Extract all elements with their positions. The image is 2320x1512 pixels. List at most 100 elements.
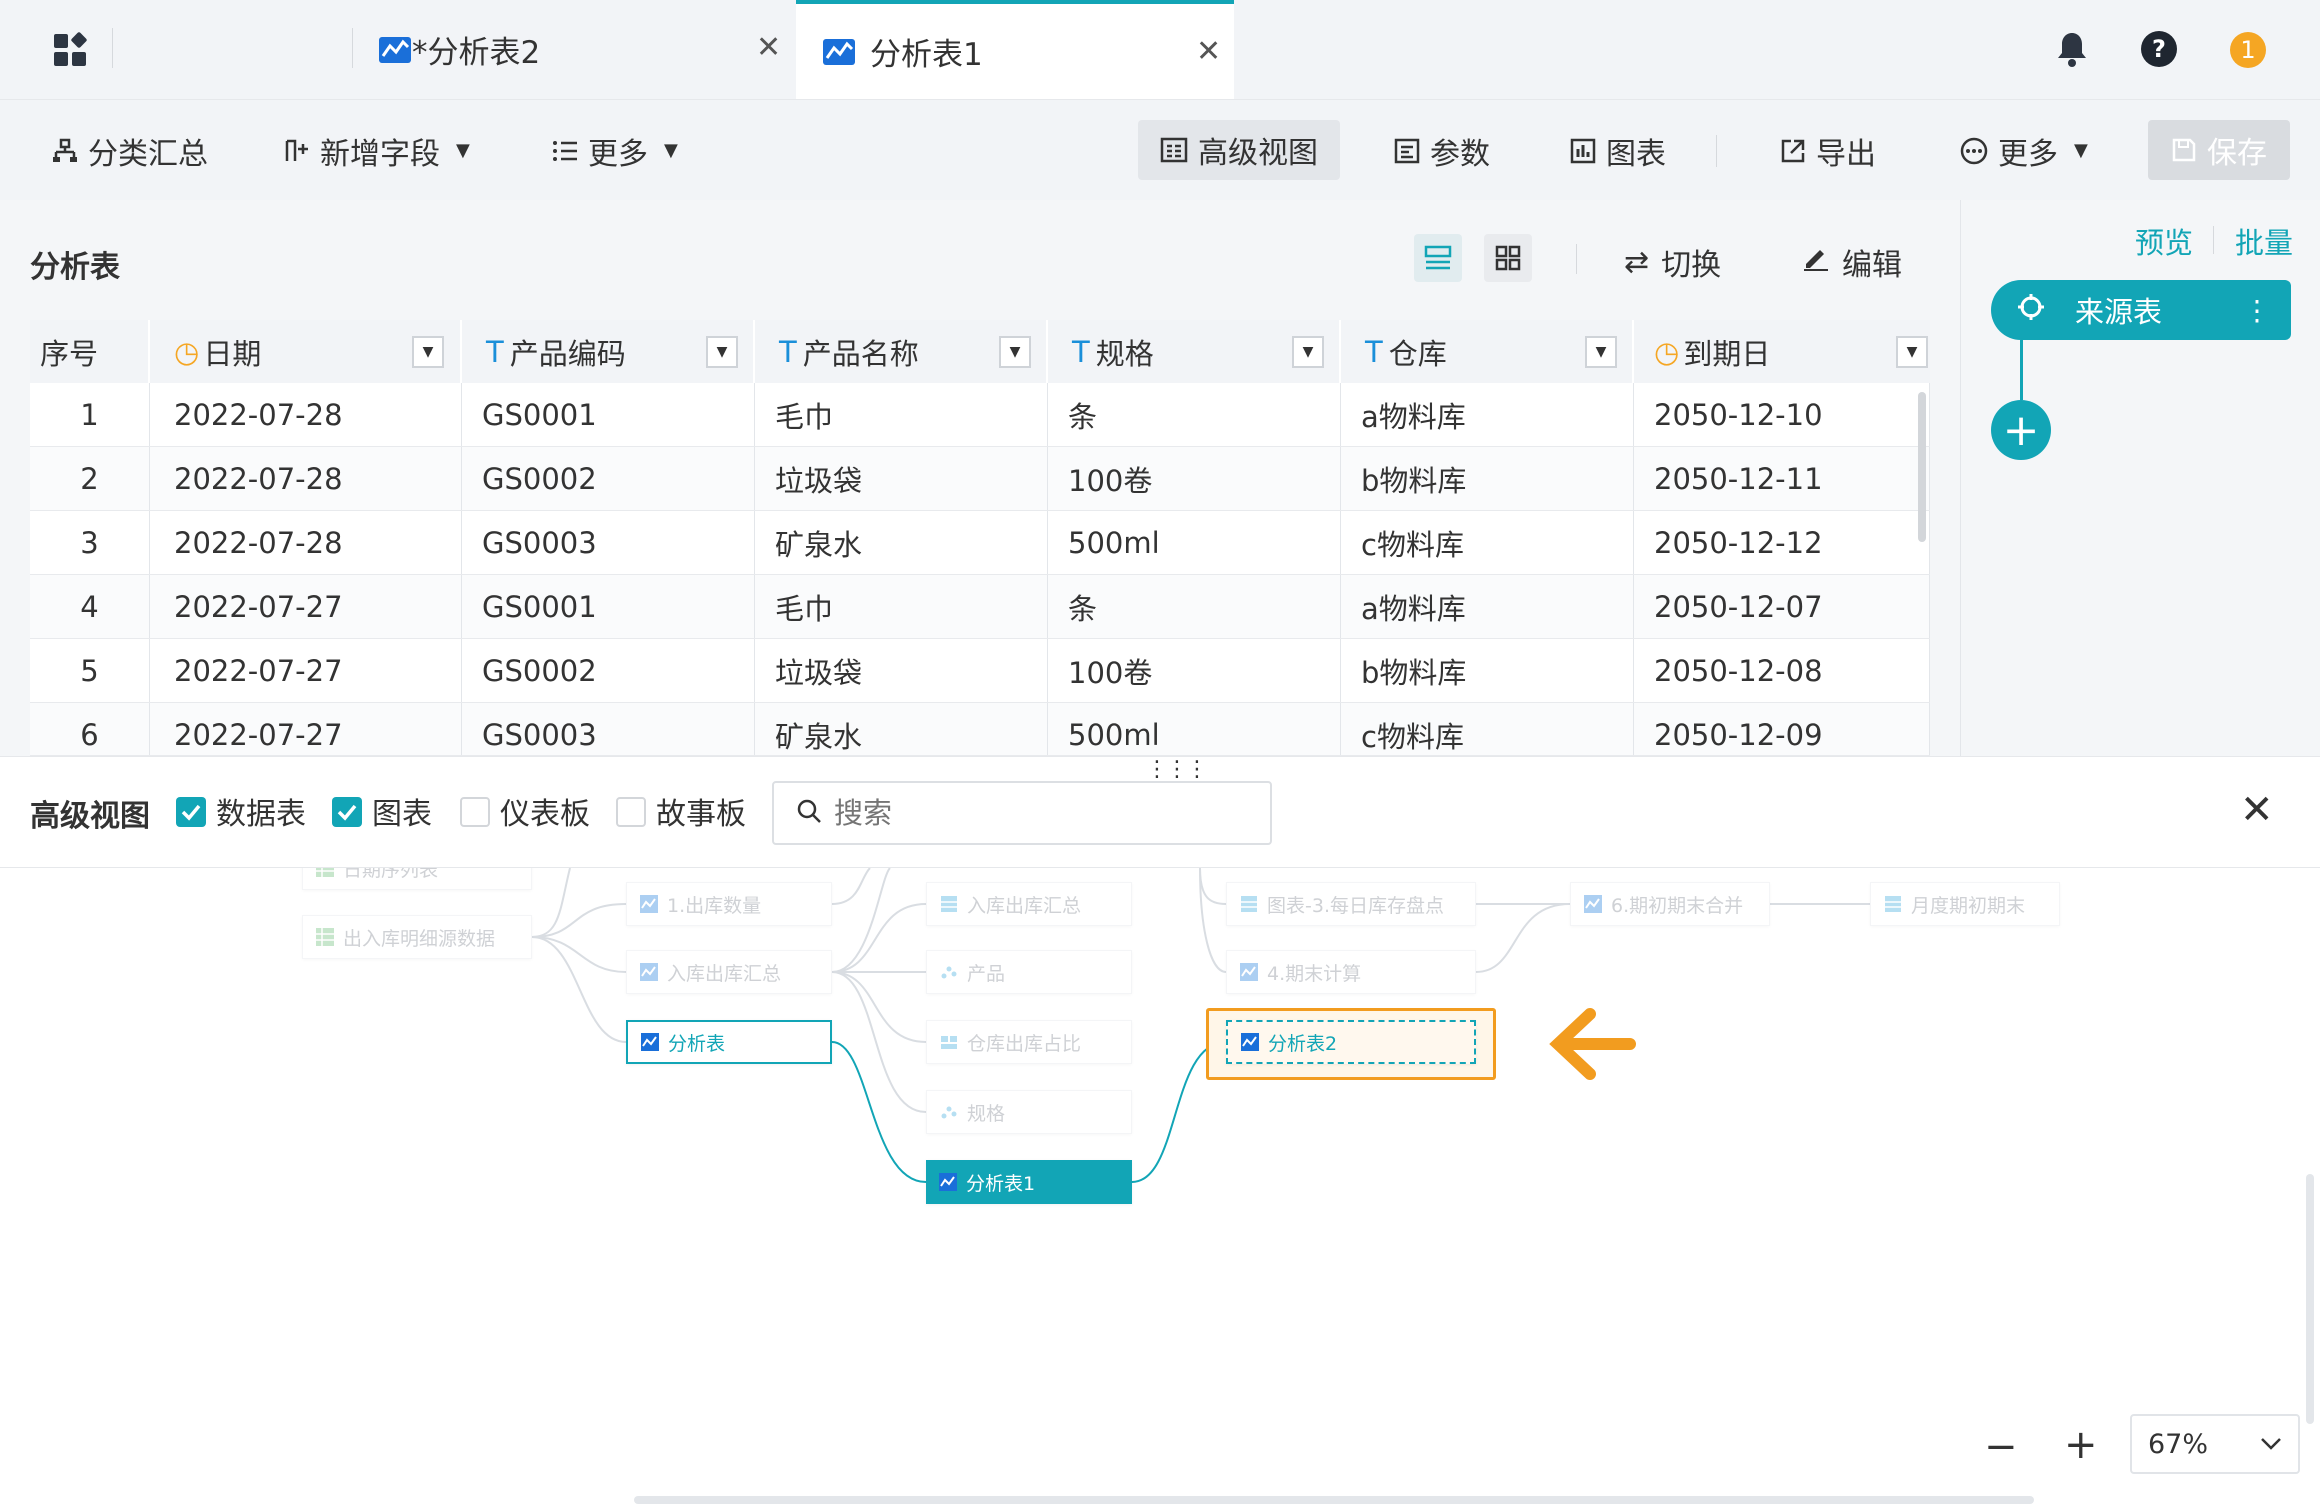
canvas-horizontal-scrollbar[interactable] — [634, 1496, 2034, 1504]
table-cell: 2022-07-27 — [150, 575, 462, 638]
export-icon — [1780, 138, 1806, 164]
table-row[interactable]: 4 2022-07-27 GS0001 毛巾条 a物料库 2050-12-07 — [30, 575, 1930, 639]
column-header-product-code[interactable]: T 产品编码 ▼ — [462, 320, 755, 383]
lineage-node[interactable]: 仓库出库占比 — [926, 1020, 1132, 1064]
target-icon — [2017, 293, 2045, 328]
table-row[interactable]: 1 2022-07-28 GS0001 毛巾条 a物料库 2050-12-10 — [30, 383, 1930, 447]
filter-storyboard-checkbox[interactable] — [616, 797, 646, 827]
switch-button[interactable]: ⇄ 切换 — [1624, 240, 1721, 284]
zoom-out-button[interactable]: − — [1984, 1424, 2018, 1470]
notification-badge[interactable]: 1 — [2230, 32, 2266, 68]
lineage-node[interactable]: 图表-3.每日库存盘点 — [1226, 882, 1476, 926]
source-node[interactable]: 来源表 ⋮ — [1991, 280, 2291, 340]
filter-dashboard-checkbox[interactable] — [460, 797, 490, 827]
preview-link[interactable]: 预览 — [2135, 220, 2193, 262]
chart-table-icon — [1239, 894, 1259, 914]
column-dropdown[interactable]: ▼ — [412, 336, 444, 368]
zoom-value: 67% — [2148, 1428, 2209, 1460]
close-icon[interactable]: ✕ — [2240, 787, 2274, 833]
bell-icon[interactable] — [2054, 30, 2090, 68]
batch-link[interactable]: 批量 — [2235, 220, 2293, 262]
column-header-warehouse[interactable]: T 仓库 ▼ — [1341, 320, 1634, 383]
lineage-node[interactable]: 月度期初期末 — [1870, 882, 2060, 926]
column-dropdown[interactable]: ▼ — [999, 336, 1031, 368]
lineage-node-current[interactable]: 分析表1 — [926, 1160, 1132, 1204]
kebab-menu-icon[interactable]: ⋮ — [2243, 294, 2271, 327]
chart-button[interactable]: 图表 — [1570, 100, 1666, 201]
lineage-node[interactable]: 4.期末计算 — [1226, 950, 1476, 994]
column-dropdown[interactable]: ▼ — [706, 336, 738, 368]
drag-handle-icon[interactable]: ⋮⋮⋮ — [1146, 757, 1208, 782]
column-header-index[interactable]: 序号 — [30, 320, 150, 383]
column-dropdown[interactable]: ▼ — [1585, 336, 1617, 368]
tab-analysis-2[interactable]: *分析表2 ✕ — [378, 0, 793, 99]
zoom-select[interactable]: 67% — [2130, 1414, 2300, 1474]
filter-label: 仪表板 — [500, 797, 590, 832]
column-header-spec[interactable]: T 规格 ▼ — [1048, 320, 1341, 383]
close-icon[interactable]: ✕ — [1196, 34, 1221, 69]
source-side-panel: 预览 批量 来源表 ⋮ + — [1960, 200, 2320, 756]
canvas-vertical-scrollbar[interactable] — [2306, 1174, 2314, 1424]
zoom-in-button[interactable]: + — [2064, 1422, 2098, 1468]
column-header-expiry[interactable]: ◷ 到期日 ▼ — [1634, 320, 1930, 383]
filter-datatable-checkbox[interactable] — [176, 797, 206, 827]
table-row[interactable]: 2 2022-07-28 GS0002 垃圾袋 100卷 b物料库 2050-12-11 — [30, 447, 1930, 511]
add-node-button[interactable]: + — [1991, 400, 2051, 460]
more-menu-left[interactable]: 更多 ▼ — [552, 100, 678, 201]
table-cell: 500ml — [1048, 703, 1341, 755]
advanced-view-button[interactable]: 高级视图 — [1138, 120, 1340, 180]
app-grid-icon[interactable] — [52, 30, 92, 70]
column-dropdown[interactable]: ▼ — [1896, 336, 1928, 368]
lineage-node[interactable]: 入库出库汇总 — [926, 882, 1132, 926]
search-box[interactable] — [772, 781, 1272, 845]
lineage-node[interactable]: 规格 — [926, 1090, 1132, 1134]
table-scrollbar[interactable] — [1918, 392, 1926, 542]
lineage-canvas[interactable]: 日期序列表 出入库明细源数据 1.出库数量 入库出库汇总 分析表 入库出库汇总 … — [0, 868, 2320, 1512]
column-header-product-name[interactable]: T 产品名称 ▼ — [755, 320, 1048, 383]
edit-button[interactable]: 编辑 — [1802, 240, 1902, 284]
advanced-view-bar: ⋮⋮⋮ 高级视图 数据表 图表 仪表板 故事板 ✕ — [0, 756, 2320, 868]
table-cell: 2050-12-10 — [1634, 383, 1930, 446]
export-button[interactable]: 导出 — [1780, 100, 1876, 201]
parameters-button[interactable]: 参数 — [1394, 100, 1490, 201]
table-row[interactable]: 3 2022-07-28 GS0003 矿泉水 500ml c物料库 2050-12-12 — [30, 511, 1930, 575]
lineage-node-highlighted[interactable]: 分析表2 — [1226, 1020, 1476, 1064]
search-input[interactable] — [834, 796, 1254, 830]
help-icon[interactable]: ? — [2140, 30, 2178, 68]
table-row[interactable]: 5 2022-07-27 GS0002 垃圾袋 100卷 b物料库 2050-12-08 — [30, 639, 1930, 703]
table-cell: c物料库 — [1341, 703, 1634, 755]
more-menu-right[interactable]: 更多 ▼ — [1960, 100, 2088, 201]
column-dropdown[interactable]: ▼ — [1292, 336, 1324, 368]
table-row[interactable]: 6 2022-07-27 GS0003 矿泉水 500ml c物料库 2050-12-09 — [30, 703, 1930, 756]
table-cell: 4 — [30, 575, 150, 638]
analysis-table-icon — [378, 35, 412, 65]
add-field-button[interactable]: 新增字段 ▼ — [284, 100, 470, 201]
arrow-indicator — [1541, 1003, 1641, 1085]
lineage-node[interactable]: 出入库明细源数据 — [302, 915, 532, 959]
table-cell: 条 — [1048, 575, 1341, 638]
lineage-node[interactable]: 入库出库汇总 — [626, 950, 832, 994]
table-cell: GS0003 — [462, 703, 755, 755]
grid-view-toggle[interactable] — [1484, 234, 1532, 282]
lineage-node[interactable]: 日期序列表 — [302, 868, 532, 890]
edit-pen-icon — [1802, 244, 1830, 280]
lineage-node-selected[interactable]: 分析表 — [626, 1020, 832, 1064]
table-cell: 2050-12-09 — [1634, 703, 1930, 755]
save-button[interactable]: 保存 — [2148, 120, 2290, 180]
column-header-date[interactable]: ◷ 日期 ▼ — [150, 320, 462, 383]
close-icon[interactable]: ✕ — [756, 30, 781, 65]
lineage-node[interactable]: 6.期初期末合并 — [1570, 882, 1770, 926]
table-header: 序号 ◷ 日期 ▼ T 产品编码 ▼ T 产品名称 ▼ T 规格 ▼ T 仓库 … — [30, 320, 1930, 383]
lineage-node[interactable]: 产品 — [926, 950, 1132, 994]
list-view-toggle[interactable] — [1414, 234, 1462, 282]
tab-analysis-1[interactable]: 分析表1 ✕ — [796, 0, 1234, 99]
hierarchy-icon — [52, 138, 78, 164]
more-circle-icon — [1960, 137, 1988, 165]
table-cell: GS0002 — [462, 447, 755, 510]
table-cell: 毛巾 — [755, 575, 1048, 638]
group-summary-button[interactable]: 分类汇总 — [52, 100, 208, 201]
lineage-node[interactable]: 1.出库数量 — [626, 882, 832, 926]
filter-chart-checkbox[interactable] — [332, 797, 362, 827]
list-icon — [552, 139, 578, 163]
table-cell: b物料库 — [1341, 639, 1634, 702]
